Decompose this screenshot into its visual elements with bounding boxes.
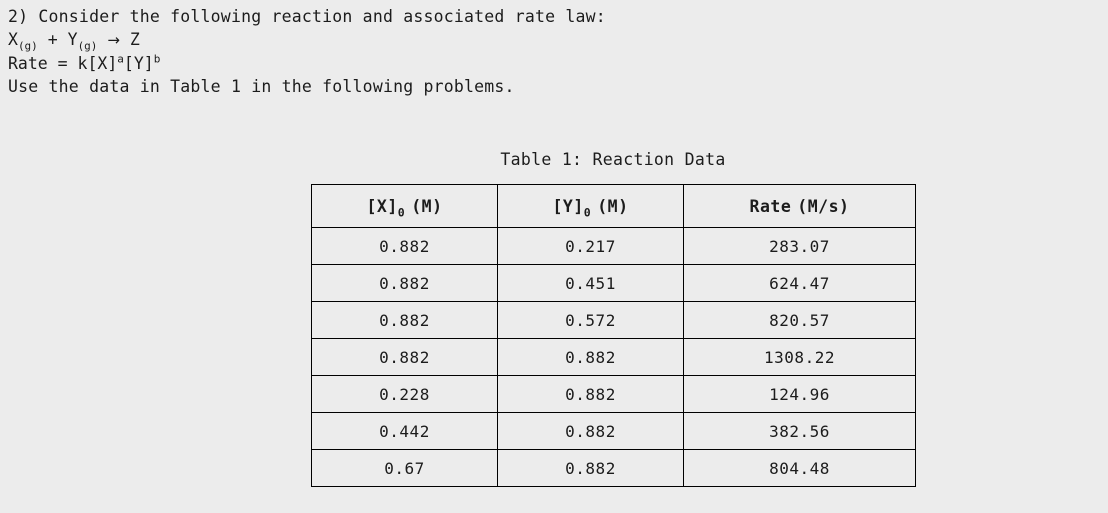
table-row: 0.67 0.882 804.48: [311, 449, 916, 487]
table-cell: 0.217: [497, 227, 684, 265]
table-cell: 0.882: [311, 227, 498, 265]
table-row: 0.442 0.882 382.56: [311, 412, 916, 450]
column-header-y-concentration: [Y]0 (M): [497, 184, 684, 228]
column-header-x-concentration: [X]0 (M): [311, 184, 498, 228]
reactant-x-symbol: X: [8, 30, 18, 49]
rate-law-exponent-b: b: [153, 52, 161, 66]
table-cell: 820.57: [683, 301, 916, 339]
reactant-y-state: (g): [77, 39, 98, 53]
table-cell: 0.882: [311, 264, 498, 302]
column-header-x-base: [X]: [366, 196, 398, 216]
problem-statement-block: 2) Consider the following reaction and a…: [8, 5, 1098, 98]
reaction-equation-line: X(g) + Y(g) → Z: [8, 28, 1098, 52]
column-header-rate: Rate (M/s): [683, 184, 916, 228]
table-caption: Table 1: Reaction Data: [500, 150, 726, 169]
column-header-y-unit: (M): [597, 196, 629, 216]
table-cell: 0.442: [311, 412, 498, 450]
table-row: 0.882 0.217 283.07: [311, 227, 916, 265]
table-cell: 0.67: [311, 449, 498, 487]
plus-operator: +: [47, 30, 58, 49]
table-row: 0.882 0.882 1308.22: [311, 338, 916, 376]
table-cell: 0.882: [497, 412, 684, 450]
table-cell: 0.572: [497, 301, 684, 339]
reaction-arrow-icon: →: [107, 31, 120, 49]
reactant-y-symbol: Y: [67, 30, 78, 49]
table-cell: 0.882: [497, 375, 684, 413]
table-row: 0.228 0.882 124.96: [311, 375, 916, 413]
table-row: 0.882 0.572 820.57: [311, 301, 916, 339]
table-cell: 0.228: [311, 375, 498, 413]
table-cell: 624.47: [683, 264, 916, 302]
product-z-symbol: Z: [129, 30, 140, 49]
column-header-x-unit: (M): [411, 196, 443, 216]
table-cell: 283.07: [683, 227, 916, 265]
column-header-rate-base: Rate: [749, 196, 792, 216]
table-cell: 0.882: [497, 338, 684, 376]
table-cell: 0.882: [497, 449, 684, 487]
table-cell: 1308.22: [683, 338, 916, 376]
rate-law-exponent-a: a: [117, 52, 124, 66]
reactant-x-state: (g): [17, 39, 38, 53]
table-row: 0.882 0.451 624.47: [311, 264, 916, 302]
reaction-data-table: [X]0 (M) [Y]0 (M) Rate (M/s) 0.882 0.217 283.…: [311, 184, 916, 487]
table-cell: 0.451: [497, 264, 684, 302]
column-header-rate-unit: (M/s): [797, 196, 850, 216]
table-cell: 0.882: [311, 338, 498, 376]
rate-law-mid: [Y]: [123, 54, 154, 73]
rate-law-lhs: Rate = k[X]: [8, 54, 118, 73]
table-header: [X]0 (M) [Y]0 (M) Rate (M/s): [311, 184, 916, 228]
table-header-row: [X]0 (M) [Y]0 (M) Rate (M/s): [311, 184, 916, 228]
problem-statement-line: 2) Consider the following reaction and a…: [8, 7, 606, 26]
table-cell: 382.56: [683, 412, 916, 450]
table-cell: 0.882: [311, 301, 498, 339]
column-header-y-base: [Y]: [552, 196, 584, 216]
table-cell: 124.96: [683, 375, 916, 413]
table-cell: 804.48: [683, 449, 916, 487]
document-page: 2) Consider the following reaction and a…: [0, 0, 1108, 513]
problem-instruction-line: Use the data in Table 1 in the following…: [8, 77, 515, 96]
table-body: 0.882 0.217 283.07 0.882 0.451 624.47 0.882 0.5…: [311, 227, 916, 487]
rate-law-line: Rate = k[X]a[Y]b: [8, 52, 1098, 75]
